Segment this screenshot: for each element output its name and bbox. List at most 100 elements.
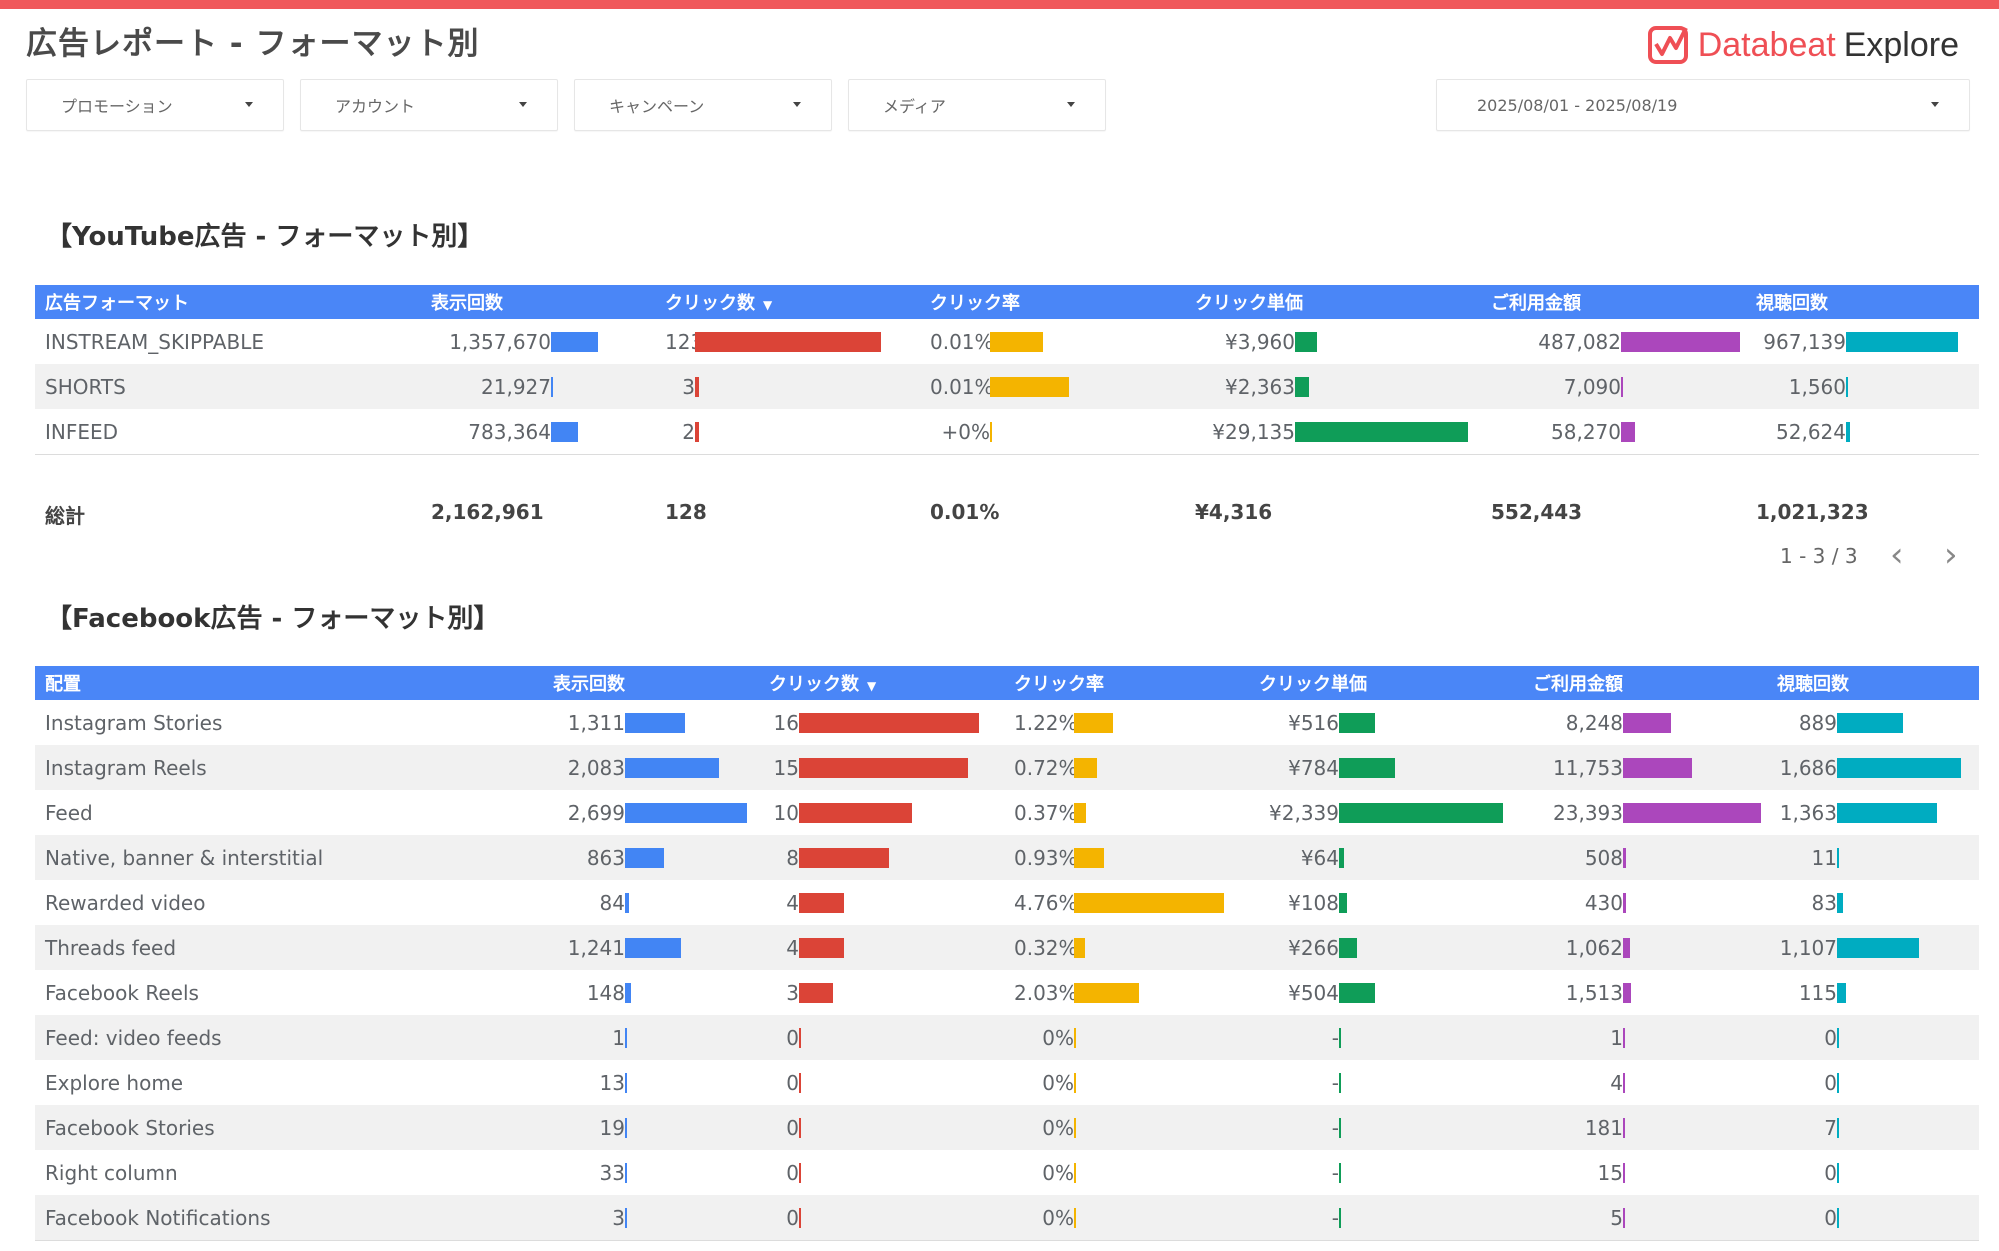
sort-desc-icon: ▼ bbox=[867, 679, 877, 693]
impressions-value: 84 bbox=[599, 890, 625, 915]
column-header-impressions[interactable]: 表示回数 bbox=[543, 666, 759, 700]
table-row[interactable]: Native, banner & interstitial 863 8 0.93% ¥6… bbox=[35, 835, 1979, 880]
views-bar bbox=[1837, 892, 1843, 913]
chevron-left-icon[interactable]: ‹ bbox=[1890, 538, 1904, 572]
row-label: Right column bbox=[45, 1160, 178, 1185]
ctr-cell: 2.03% bbox=[1004, 970, 1249, 1015]
column-header-cpc[interactable]: クリック単価 bbox=[1185, 285, 1481, 319]
impressions-value: 3 bbox=[612, 1205, 625, 1230]
views-value: 0 bbox=[1824, 1070, 1837, 1095]
column-header-views[interactable]: 視聴回数 bbox=[1767, 666, 1979, 700]
ctr-cell: 1.22% bbox=[1004, 700, 1249, 745]
cost-bar bbox=[1623, 1072, 1625, 1093]
ctr-bar bbox=[1074, 892, 1224, 913]
facebook-section-title: 【Facebook広告 - フォーマット別】 bbox=[46, 604, 500, 634]
views-cell: 115 bbox=[1767, 970, 1979, 1015]
cost-cell: 487,082 bbox=[1481, 319, 1746, 364]
ctr-bar bbox=[1074, 937, 1085, 958]
clicks-value: 0 bbox=[786, 1160, 799, 1185]
table-row[interactable]: Instagram Stories 1,311 16 1.22% ¥516 8,248 88… bbox=[35, 700, 1979, 745]
table-row[interactable]: Facebook Stories 19 0 0% - 181 7 bbox=[35, 1105, 1979, 1150]
column-header-cpc[interactable]: クリック単価 bbox=[1249, 666, 1523, 700]
views-value: 1,107 bbox=[1779, 935, 1837, 960]
clicks-bar bbox=[799, 1027, 801, 1048]
cost-bar bbox=[1623, 1027, 1625, 1048]
views-bar bbox=[1846, 376, 1848, 397]
ctr-bar bbox=[1074, 1027, 1076, 1048]
column-header-clicks[interactable]: クリック数 ▼ bbox=[759, 666, 1004, 700]
brand-name: Databeat bbox=[1697, 25, 1836, 64]
clicks-bar bbox=[799, 937, 844, 958]
clicks-value: 8 bbox=[786, 845, 799, 870]
clicks-cell: 0 bbox=[759, 1150, 1004, 1195]
views-bar bbox=[1837, 847, 1839, 868]
cost-bar bbox=[1621, 331, 1740, 352]
promotion-filter-dropdown[interactable]: プロモーション bbox=[26, 79, 284, 131]
table-row[interactable]: INFEED 783,364 2 +0% ¥29,135 58,270 52,624 bbox=[35, 409, 1979, 455]
totals-cost: 552,443 bbox=[1491, 500, 1583, 524]
cost-cell: 4 bbox=[1523, 1060, 1767, 1105]
views-value: 1,560 bbox=[1788, 374, 1846, 399]
impressions-cell: 19 bbox=[543, 1105, 759, 1150]
account-filter-dropdown[interactable]: アカウント bbox=[300, 79, 558, 131]
column-header-cost[interactable]: ご利用金額 bbox=[1481, 285, 1746, 319]
column-header-cost[interactable]: ご利用金額 bbox=[1523, 666, 1767, 700]
views-bar bbox=[1837, 1117, 1839, 1138]
views-cell: 0 bbox=[1767, 1150, 1979, 1195]
table-row[interactable]: Threads feed 1,241 4 0.32% ¥266 1,062 1,107 bbox=[35, 925, 1979, 970]
table-row[interactable]: SHORTS 21,927 3 0.01% ¥2,363 7,090 1,560 bbox=[35, 364, 1979, 409]
row-label: INSTREAM_SKIPPABLE bbox=[45, 329, 264, 354]
table-row[interactable]: Rewarded video 84 4 4.76% ¥108 430 83 bbox=[35, 880, 1979, 925]
table-row[interactable]: Facebook Reels 148 3 2.03% ¥504 1,513 115 bbox=[35, 970, 1979, 1015]
impressions-bar bbox=[625, 1072, 627, 1093]
ctr-value: 0% bbox=[1042, 1160, 1074, 1185]
impressions-value: 2,083 bbox=[567, 755, 625, 780]
media-filter-dropdown[interactable]: メディア bbox=[848, 79, 1106, 131]
chevron-right-icon[interactable]: › bbox=[1944, 538, 1958, 572]
cpc-value: - bbox=[1331, 1160, 1339, 1185]
table-row[interactable]: Feed: video feeds 1 0 0% - 1 0 bbox=[35, 1015, 1979, 1060]
ctr-value: 0.01% bbox=[930, 374, 994, 399]
ctr-value: +0% bbox=[941, 419, 991, 444]
cost-value: 7,090 bbox=[1563, 374, 1621, 399]
column-header-placement[interactable]: 配置 bbox=[35, 666, 543, 700]
cost-cell: 1 bbox=[1523, 1015, 1767, 1060]
column-header-views[interactable]: 視聴回数 bbox=[1746, 285, 1979, 319]
column-header-ctr[interactable]: クリック率 bbox=[920, 285, 1185, 319]
table-row[interactable]: Instagram Reels 2,083 15 0.72% ¥784 11,753 1,6… bbox=[35, 745, 1979, 790]
table-row[interactable]: Feed 2,699 10 0.37% ¥2,339 23,393 1,363 bbox=[35, 790, 1979, 835]
cpc-bar bbox=[1339, 1207, 1341, 1228]
column-header-clicks[interactable]: クリック数 ▼ bbox=[655, 285, 920, 319]
views-bar bbox=[1837, 802, 1937, 823]
table-row[interactable]: Facebook Notifications 3 0 0% - 5 0 bbox=[35, 1195, 1979, 1241]
clicks-cell: 0 bbox=[759, 1195, 1004, 1241]
cpc-cell: ¥784 bbox=[1249, 745, 1523, 790]
campaign-filter-dropdown[interactable]: キャンペーン bbox=[574, 79, 832, 131]
table-row[interactable]: Right column 33 0 0% - 15 0 bbox=[35, 1150, 1979, 1195]
cost-bar bbox=[1623, 712, 1671, 733]
date-range-picker[interactable]: 2025/08/01 - 2025/08/19 bbox=[1436, 79, 1970, 131]
cost-bar bbox=[1623, 1117, 1625, 1138]
cost-cell: 508 bbox=[1523, 835, 1767, 880]
column-header-impressions[interactable]: 表示回数 bbox=[421, 285, 655, 319]
cost-value: 1,513 bbox=[1565, 980, 1623, 1005]
views-cell: 0 bbox=[1767, 1015, 1979, 1060]
table-row[interactable]: Explore home 13 0 0% - 4 0 bbox=[35, 1060, 1979, 1105]
column-header-format[interactable]: 広告フォーマット bbox=[35, 285, 421, 319]
ctr-bar bbox=[990, 376, 1069, 397]
table-row[interactable]: INSTREAM_SKIPPABLE 1,357,670 123 0.01% ¥3,96… bbox=[35, 319, 1979, 364]
column-header-ctr[interactable]: クリック率 bbox=[1004, 666, 1249, 700]
clicks-value: 123 bbox=[665, 329, 704, 354]
views-value: 0 bbox=[1824, 1160, 1837, 1185]
impressions-bar bbox=[625, 1027, 627, 1048]
youtube-format-table: 広告フォーマット 表示回数 クリック数 ▼ クリック率 クリック単価 ご利用金額 … bbox=[35, 285, 1979, 455]
views-value: 967,139 bbox=[1763, 329, 1846, 354]
impressions-bar bbox=[625, 712, 685, 733]
clicks-cell: 2 bbox=[655, 409, 920, 455]
ctr-value: 2.03% bbox=[1014, 980, 1078, 1005]
ctr-bar bbox=[1074, 1072, 1076, 1093]
totals-clicks: 128 bbox=[665, 500, 707, 524]
impressions-value: 13 bbox=[599, 1070, 625, 1095]
cpc-bar bbox=[1339, 802, 1503, 823]
impressions-bar bbox=[625, 1117, 627, 1138]
